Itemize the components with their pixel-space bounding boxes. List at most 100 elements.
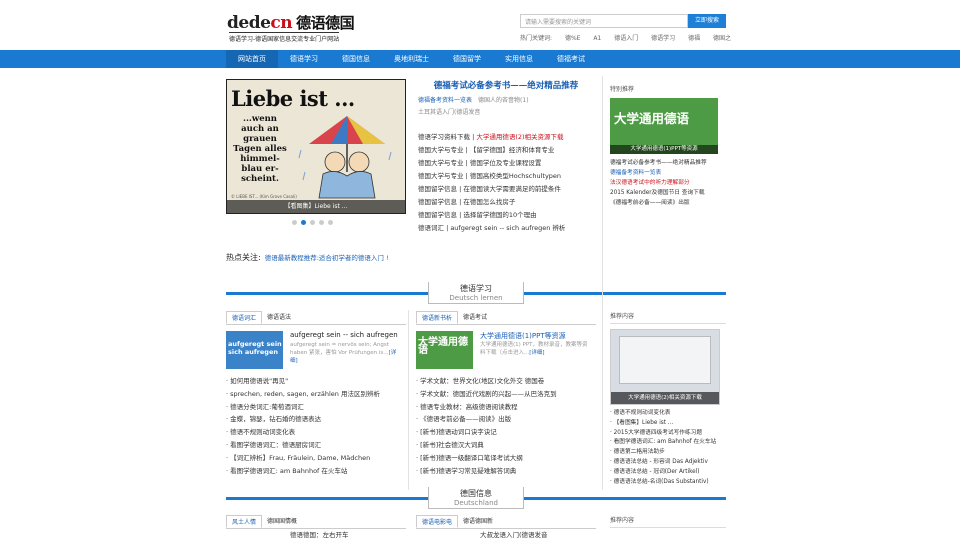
list-item[interactable]: 2015 Kalender及德国节日 查询下载 [610,188,726,198]
hot-keyword-link[interactable]: 德语学习 [651,35,675,42]
vocab-column: 德语词汇 德语语法 aufgeregt sein sich aufregen a… [226,311,406,477]
list-item[interactable]: · 德语语法总结-名词(Das Substantiv) [610,478,726,488]
recommend-column: 推荐内容 大学通用德语(2)相关资源下载 · 德语不规则动词变化表 · 【看图集… [610,311,726,487]
headline-sublink[interactable]: 土耳其语入门(德语发音 [418,109,480,116]
tab-customs[interactable]: 风土人情 [226,515,263,528]
list-item[interactable]: · 德语不规则动词变化表 [226,426,406,439]
list-item[interactable]: · 德语语法总结 - 形容词 Das Adjektiv [610,458,726,468]
list-item[interactable]: 德国大学与专业 | 德国高校类型Hochschultypen [418,170,594,183]
tab-exams[interactable]: 德语考试 [458,311,492,324]
headline-sublink[interactable]: 德福备考资料一览表 [418,97,472,104]
site-logo[interactable]: dedecn 德语德国 [227,12,355,33]
headline-news: 德福考试必备参考书——绝对精品推荐 德福备考资料一览表 德国人的吝啬物(1) 土… [418,79,594,235]
slider-dot-active[interactable] [301,220,306,225]
nav-home[interactable]: 网站首页 [226,50,278,68]
recommend-column-title: 推荐内容 [610,515,726,528]
featured-title[interactable]: 大学通用德语(1)PPT等资源 [480,331,566,341]
nav-learn-german[interactable]: 德语学习 [278,50,330,68]
list-item[interactable]: 德国大学与专业 | 德国学位及专业课程设置 [418,157,594,170]
tab-vocabulary[interactable]: 德语词汇 [226,311,263,324]
new-books-column: 德语新书析 德语考试 大学通用德语 大学通用德语(1)PPT等资源 大学通用德语… [416,311,596,477]
search-input[interactable]: 请输入需要搜索的关键词 [520,14,688,28]
slider-dot[interactable] [310,220,315,225]
featured-title[interactable]: aufgeregt sein -- sich aufregen [290,331,398,339]
hot-keywords-label: 热门关键词: [520,35,553,42]
list-item[interactable]: · sprechen, reden, sagen, erzählen 用法区别辨… [226,388,406,401]
film-column: 德语电影电 德语德国新 大叔龙语入门(德语发音 [416,515,596,540]
list-item[interactable]: · 《德语考前必备——阅读》出版 [416,413,596,426]
list-item[interactable]: 德语学习资料下载 | 大学通用德语(2)相关资源下载 [418,131,594,144]
featured-article: 大学通用德语 大学通用德语(1)PPT等资源 大学通用德语(1) PPT，教材录… [416,331,596,375]
list-item[interactable]: 德福备考资料一览表 [610,168,726,178]
headline-sublink[interactable]: 德国人的吝啬物(1) [478,97,529,104]
list-item[interactable]: · 2015大学德语四级考试写作练习题 [610,429,726,439]
list-item[interactable]: · 德语专业教材：高级德语阅读教程 [416,401,596,414]
list-item[interactable]: · 看图学德语词汇: am Bahnhof 在火车站 [610,438,726,448]
list-item[interactable]: 大叔龙语入门(德语发音 [416,529,596,540]
featured-article: aufgeregt sein sich aufregen aufgeregt s… [226,331,406,375]
list-item[interactable]: 德福考试必备参考书——绝对精品推荐 [610,158,726,168]
nav-germany-info[interactable]: 德国信息 [330,50,382,68]
list-item[interactable]: · 德语第二格用法助步 [610,448,726,458]
tab-new-books[interactable]: 德语新书析 [416,311,459,324]
list-item[interactable]: · 【看图集】Liebe ist ... [610,419,726,429]
list-item[interactable]: · 金蝶，锦瑟，钻石婚的德语表达 [226,413,406,426]
slider-dot[interactable] [328,220,333,225]
list-item[interactable]: · 德语分类词汇:葡萄酒词汇 [226,401,406,414]
list-item[interactable]: 德语德国：左右开车 [226,529,406,540]
list-item[interactable]: 德国留学信息 | 在德国读大学需要满足的前提条件 [418,183,594,196]
headline-title[interactable]: 德福考试必备参考书——绝对精品推荐 [418,79,594,91]
list-item[interactable]: · 学术文献：德国近代戏剧的兴起——从巴洛克到 [416,388,596,401]
list-item[interactable]: · [新书]德语动词口诀字诀记 [416,426,596,439]
recommend-image[interactable]: 大学通用德语 大学通用德语(1)PPT等资源 [610,98,718,154]
tab-country-info[interactable]: 德国国情概 [262,515,302,528]
search-button[interactable]: 立即搜索 [688,14,726,28]
list-item[interactable]: 德语词汇 | aufgeregt sein -- sich aufregen 辨… [418,222,594,235]
main-nav: 网站首页 德语学习 德国信息 奥地利瑞士 德国留学 实用信息 德福考试 [0,50,960,68]
list-item[interactable]: 《德福考前必备——阅读》出版 [610,198,726,208]
recommend-screenshot[interactable]: 大学通用德语(2)相关资源下载 [610,329,720,405]
hot-keyword-link[interactable]: A1 [593,35,601,42]
list-item[interactable]: · [新书]社会德汉大词典 [416,439,596,452]
section-header-germany: 德国信息 Deutschland [226,487,726,509]
nav-austria-swiss[interactable]: 奥地利瑞士 [382,50,441,68]
featured-thumbnail[interactable]: 大学通用德语 [416,331,473,369]
hot-keyword-link[interactable]: 德福 [688,35,700,42]
featured-thumbnail[interactable]: aufgeregt sein sich aufregen [226,331,283,369]
list-item[interactable]: 法汉德语考试中的听力理解部分 [610,178,726,188]
list-item[interactable]: · 看图学德语词汇: am Bahnhof 在火车站 [226,465,406,478]
tab-films[interactable]: 德语电影电 [416,515,459,528]
list-item[interactable]: · 德语不规则动词变化表 [610,409,726,419]
list-item[interactable]: 德国留学信息 | 在德国怎么找房子 [418,196,594,209]
column-divider [602,76,603,490]
nav-study-abroad[interactable]: 德国留学 [441,50,493,68]
hot-keyword-link[interactable]: 德国之 [713,35,731,42]
slider-dot[interactable] [292,220,297,225]
nav-practical-info[interactable]: 实用信息 [493,50,545,68]
hot-keywords: 热门关键词: 德%E A1 德语入门 德语学习 德福 德国之 [520,33,742,42]
tab-grammar[interactable]: 德语语法 [262,311,296,324]
special-recommend: 特别推荐 大学通用德语 大学通用德语(1)PPT等资源 德福考试必备参考书——绝… [610,84,726,208]
hot-focus-link[interactable]: 德语最新教程推荐:适合初学者的德语入门 ! [265,254,389,262]
site-header: dedecn 德语德国 德语学习-德语国家信息交流专业门户网站 请输入需要搜索的关… [226,8,731,48]
list-item[interactable]: · 如何用德语说"再见" [226,375,406,388]
hot-keyword-link[interactable]: 德语入门 [614,35,638,42]
list-item[interactable]: 德国大学与专业 | 【留学德国】经济和体育专业 [418,144,594,157]
list-item[interactable]: · [新书]德语学习常见疑难解答词典 [416,465,596,478]
slide-credit: © LIEBE IST... (Kim Grove Casali) [231,194,297,199]
list-item[interactable]: 德国留学信息 | 选择留学德国的10个理由 [418,209,594,222]
list-item[interactable]: · [新书]德语一级翻译口笔译考试大纲 [416,452,596,465]
more-link[interactable]: [详细] [529,350,544,356]
list-item[interactable]: · 学术文献：世界文化(地区)文化外交 德国卷 [416,375,596,388]
list-item[interactable]: · 看图学德语词汇：德语厨房词汇 [226,439,406,452]
hot-keyword-link[interactable]: 德%E [565,35,581,42]
featured-slider[interactable]: Liebe ist ... ...wenn auch an grauen Tag… [226,79,406,214]
recommend-column-title: 推荐内容 [610,311,726,324]
tab-news[interactable]: 德语德国新 [458,515,498,528]
list-item[interactable]: · 德语语法总结 - 冠词(Der Artikel) [610,468,726,478]
slide-illustration [298,116,392,199]
slide-caption[interactable]: 【看图集】Liebe ist ... [227,200,405,213]
nav-testdaf[interactable]: 德福考试 [545,50,597,68]
slider-dot[interactable] [319,220,324,225]
list-item[interactable]: · 【词汇辨析】Frau, Fräulein, Dame, Mädchen [226,452,406,465]
